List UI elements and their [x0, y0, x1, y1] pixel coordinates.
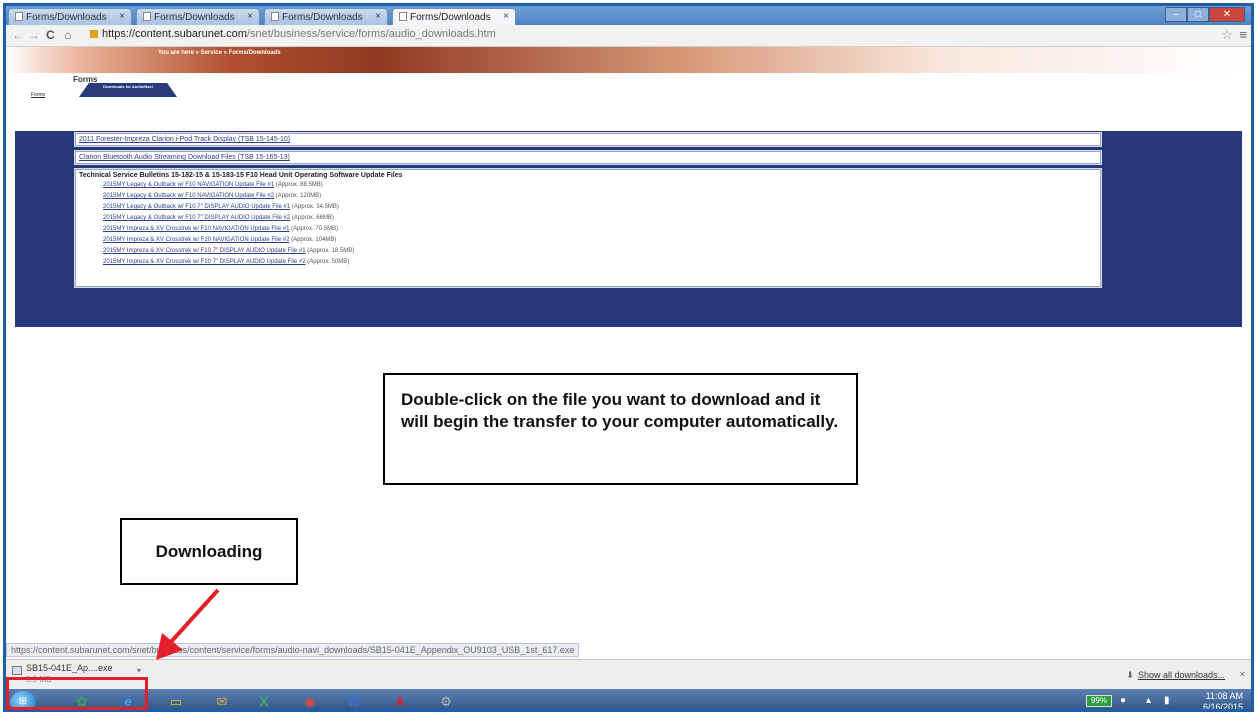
- download-arrow-icon: ⬇: [1126, 670, 1134, 680]
- file-link[interactable]: 2015MY Legacy & Outback w/ F10 NAVIGATIO…: [103, 182, 274, 188]
- download-shelf: SB15-041E_Ap....exe 5.9 MB ▾ ⬇ Show all d…: [6, 659, 1251, 689]
- file-size: (Approx. 88.5MB): [275, 182, 323, 188]
- chrome-icon[interactable]: ◉: [292, 691, 328, 709]
- file-item: 2015MY Impreza & XV Crosstrek w/ F10 7" …: [103, 246, 1097, 257]
- page-icon: [399, 12, 407, 21]
- page-header: You are here » Service » Forms/Downloads…: [6, 47, 1251, 98]
- file-item: 2015MY Impreza & XV Crosstrek w/ F10 NAV…: [103, 235, 1097, 246]
- lock-icon: [90, 30, 98, 38]
- maximize-button[interactable]: □: [1187, 7, 1209, 22]
- section-title: Forms: [73, 75, 98, 84]
- file-link[interactable]: 2015MY Legacy & Outback w/ F10 7" DISPLA…: [103, 215, 290, 221]
- url-host: https://content.subarunet.com: [102, 28, 247, 40]
- file-item: 2015MY Legacy & Outback w/ F10 NAVIGATIO…: [103, 191, 1097, 202]
- file-size: (Approx. 120MB): [275, 193, 322, 199]
- show-all-link[interactable]: Show all downloads...: [1138, 670, 1225, 680]
- show-all-downloads[interactable]: ⬇ Show all downloads...: [1126, 670, 1225, 681]
- clock-time[interactable]: 11:08 AM: [1206, 691, 1243, 701]
- browser-tab-active[interactable]: Forms/Downloads ×: [392, 8, 516, 25]
- file-link[interactable]: 2015MY Impreza & XV Crosstrek w/ F10 NAV…: [103, 237, 289, 243]
- tab-close-icon[interactable]: ×: [375, 11, 381, 22]
- tab-close-icon[interactable]: ×: [247, 11, 253, 22]
- plug-icon[interactable]: ●: [1120, 695, 1126, 706]
- file-size: (Approx. 104MB): [291, 237, 337, 243]
- file-item: 2015MY Impreza & XV Crosstrek w/ F10 7" …: [103, 257, 1097, 268]
- tab-label: Forms/Downloads: [26, 12, 107, 23]
- subtab-forms[interactable]: Forms: [31, 92, 45, 98]
- browser-tab[interactable]: Forms/Downloads ×: [8, 8, 132, 25]
- tsb-link[interactable]: Clarion Bluetooth Audio Streaming Downlo…: [79, 154, 290, 161]
- tsb-heading: Technical Service Bulletins 15-182-15 & …: [79, 172, 403, 179]
- browser-tab[interactable]: Forms/Downloads ×: [136, 8, 260, 25]
- file-link[interactable]: 2015MY Legacy & Outback w/ F10 NAVIGATIO…: [103, 193, 274, 199]
- file-explorer-icon[interactable]: ▭: [158, 691, 194, 709]
- chevron-down-icon[interactable]: ▾: [137, 666, 141, 675]
- browser-tab[interactable]: Forms/Downloads ×: [264, 8, 388, 25]
- tray-expand-icon[interactable]: ▴: [1146, 695, 1151, 706]
- network-icon[interactable]: ▮: [1164, 695, 1170, 706]
- page-icon: [15, 12, 23, 21]
- excel-icon[interactable]: X: [246, 691, 282, 709]
- file-item: 2015MY Legacy & Outback w/ F10 7" DISPLA…: [103, 213, 1097, 224]
- content-panel: 2011 Forester-Impreza Clarion i-Pod Trac…: [15, 131, 1242, 327]
- tab-close-icon[interactable]: ×: [119, 11, 125, 22]
- tab-label: Forms/Downloads: [154, 12, 235, 23]
- url-path: /snet/business/service/forms/audio_downl…: [246, 28, 496, 40]
- tab-label: Forms/Downloads: [410, 12, 491, 23]
- page-icon: [271, 12, 279, 21]
- download-link-row: Clarion Bluetooth Audio Streaming Downlo…: [74, 150, 1102, 165]
- highlight-box: [6, 677, 148, 710]
- address-bar[interactable]: https://content.subarunet.com/snet/busin…: [90, 28, 496, 40]
- downloading-callout: Downloading: [120, 518, 298, 585]
- taskbar: ⊞ ✿ e ▭ ✉ X ◉ W A ⚙ 99% ● ▴ ▮ 11:08 AM 6…: [6, 689, 1251, 709]
- menu-icon[interactable]: ≡: [1239, 27, 1247, 42]
- mail-icon[interactable]: ✉: [204, 691, 240, 709]
- download-file-name: SB15-041E_Ap....exe: [26, 663, 113, 673]
- file-size: (Approx. 70.5MB): [291, 226, 339, 232]
- file-link[interactable]: 2015MY Impreza & XV Crosstrek w/ F10 7" …: [103, 248, 306, 254]
- status-url: https://content.subarunet.com/snet/busin…: [6, 643, 580, 657]
- file-size: (Approx. 34.5MB): [291, 204, 339, 210]
- file-size: (Approx. 18.5MB): [307, 248, 355, 254]
- exe-file-icon: [12, 666, 22, 675]
- reload-icon[interactable]: C: [46, 28, 55, 42]
- tool-icon[interactable]: ⚙: [428, 691, 464, 709]
- download-link-row: 2011 Forester-Impreza Clarion i-Pod Trac…: [74, 132, 1102, 147]
- battery-indicator[interactable]: 99%: [1086, 695, 1112, 707]
- breadcrumb: You are here » Service » Forms/Downloads: [158, 50, 281, 56]
- bookmark-star-icon[interactable]: ☆: [1221, 27, 1233, 43]
- window-controls: – □ ✕: [1165, 7, 1245, 22]
- word-icon[interactable]: W: [336, 691, 372, 709]
- file-link[interactable]: 2015MY Impreza & XV Crosstrek w/ F10 7" …: [103, 259, 306, 265]
- file-item: 2015MY Legacy & Outback w/ F10 7" DISPLA…: [103, 202, 1097, 213]
- minimize-button[interactable]: –: [1165, 7, 1187, 22]
- forward-icon[interactable]: →: [28, 28, 40, 42]
- subtab-downloads[interactable]: Downloads for Audio/Navi: [79, 83, 177, 97]
- tab-strip: Forms/Downloads × Forms/Downloads × Form…: [6, 6, 1251, 25]
- address-toolbar: ← → C ⌂ https://content.subarunet.com/sn…: [6, 25, 1251, 47]
- acrobat-icon[interactable]: A: [382, 691, 418, 709]
- tab-label: Forms/Downloads: [282, 12, 363, 23]
- instruction-callout: Double-click on the file you want to dow…: [383, 373, 858, 485]
- tsb-link[interactable]: 2011 Forester-Impreza Clarion i-Pod Trac…: [79, 136, 290, 143]
- banner-bar: You are here » Service » Forms/Downloads: [6, 47, 1251, 73]
- page-icon: [143, 12, 151, 21]
- file-size: (Approx. 50MB): [307, 259, 350, 265]
- file-item: 2015MY Impreza & XV Crosstrek w/ F10 NAV…: [103, 224, 1097, 235]
- file-size: (Approx. 66MB): [291, 215, 334, 221]
- tsb-file-list: Technical Service Bulletins 15-182-15 & …: [74, 168, 1102, 288]
- browser-window: Forms/Downloads × Forms/Downloads × Form…: [3, 3, 1254, 712]
- file-item: 2015MY Legacy & Outback w/ F10 NAVIGATIO…: [103, 180, 1097, 191]
- file-link[interactable]: 2015MY Legacy & Outback w/ F10 7" DISPLA…: [103, 204, 290, 210]
- clock-date[interactable]: 6/16/2015: [1203, 702, 1243, 709]
- file-link[interactable]: 2015MY Impreza & XV Crosstrek w/ F10 NAV…: [103, 226, 289, 232]
- system-tray: 99% ● ▴ ▮ 11:08 AM 6/16/2015: [1076, 689, 1251, 709]
- close-window-button[interactable]: ✕: [1209, 7, 1245, 22]
- close-shelf-icon[interactable]: ×: [1240, 669, 1245, 679]
- home-icon[interactable]: ⌂: [64, 28, 71, 42]
- back-icon[interactable]: ←: [12, 28, 24, 42]
- tab-close-icon[interactable]: ×: [503, 11, 509, 22]
